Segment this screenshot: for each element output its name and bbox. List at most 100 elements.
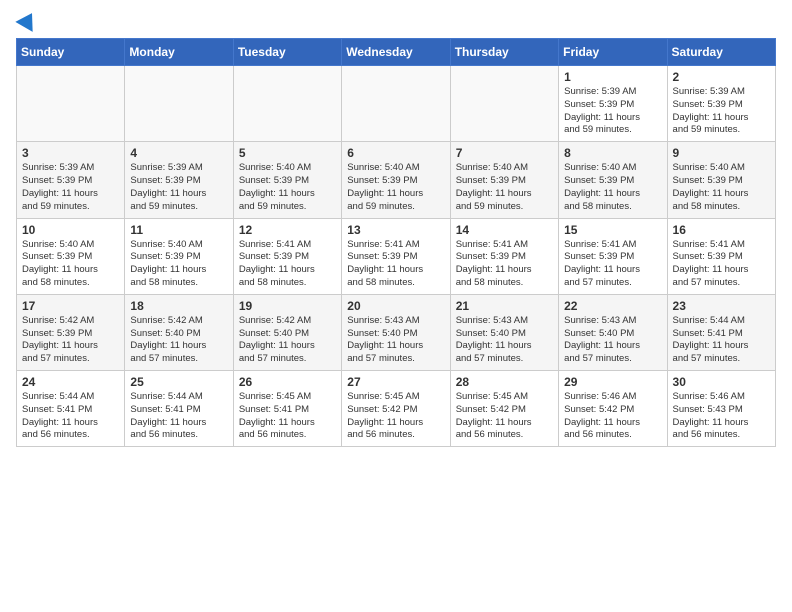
- calendar-week-row: 1 Sunrise: 5:39 AM Sunset: 5:39 PM Daylig…: [17, 66, 776, 142]
- day-number: 18: [130, 299, 227, 313]
- calendar-table: SundayMondayTuesdayWednesdayThursdayFrid…: [16, 38, 776, 447]
- calendar-cell: 22 Sunrise: 5:43 AM Sunset: 5:40 PM Dayli…: [559, 294, 667, 370]
- logo-icon: [15, 8, 40, 32]
- day-number: 13: [347, 223, 444, 237]
- calendar-cell: [125, 66, 233, 142]
- calendar-body: 1 Sunrise: 5:39 AM Sunset: 5:39 PM Daylig…: [17, 66, 776, 447]
- logo: [16, 16, 38, 26]
- day-info: Sunrise: 5:44 AM Sunset: 5:41 PM Dayligh…: [130, 391, 227, 442]
- weekday-header-monday: Monday: [125, 39, 233, 66]
- calendar-cell: 13 Sunrise: 5:41 AM Sunset: 5:39 PM Dayli…: [342, 218, 450, 294]
- day-number: 27: [347, 375, 444, 389]
- calendar-cell: 11Sunrise: 5:40 AM Sunset: 5:39 PM Dayli…: [125, 218, 233, 294]
- day-info: Sunrise: 5:40 AM Sunset: 5:39 PM Dayligh…: [673, 162, 770, 213]
- calendar-cell: [233, 66, 341, 142]
- calendar-cell: 21 Sunrise: 5:43 AM Sunset: 5:40 PM Dayli…: [450, 294, 558, 370]
- calendar-cell: 23 Sunrise: 5:44 AM Sunset: 5:41 PM Dayli…: [667, 294, 775, 370]
- day-number: 6: [347, 146, 444, 160]
- day-number: 28: [456, 375, 553, 389]
- day-number: 19: [239, 299, 336, 313]
- calendar-cell: 4 Sunrise: 5:39 AM Sunset: 5:39 PM Daylig…: [125, 142, 233, 218]
- day-number: 11: [130, 223, 227, 237]
- day-info: Sunrise: 5:42 AM Sunset: 5:39 PM Dayligh…: [22, 315, 119, 366]
- weekday-header-sunday: Sunday: [17, 39, 125, 66]
- day-info: Sunrise: 5:45 AM Sunset: 5:42 PM Dayligh…: [347, 391, 444, 442]
- day-info: Sunrise: 5:46 AM Sunset: 5:42 PM Dayligh…: [564, 391, 661, 442]
- day-number: 30: [673, 375, 770, 389]
- calendar-cell: 10 Sunrise: 5:40 AM Sunset: 5:39 PM Dayli…: [17, 218, 125, 294]
- calendar-cell: 6 Sunrise: 5:40 AM Sunset: 5:39 PM Daylig…: [342, 142, 450, 218]
- day-info: Sunrise: 5:43 AM Sunset: 5:40 PM Dayligh…: [564, 315, 661, 366]
- day-number: 15: [564, 223, 661, 237]
- calendar-cell: 15 Sunrise: 5:41 AM Sunset: 5:39 PM Dayli…: [559, 218, 667, 294]
- day-info: Sunrise: 5:41 AM Sunset: 5:39 PM Dayligh…: [564, 239, 661, 290]
- calendar-week-row: 10 Sunrise: 5:40 AM Sunset: 5:39 PM Dayli…: [17, 218, 776, 294]
- calendar-cell: 9 Sunrise: 5:40 AM Sunset: 5:39 PM Daylig…: [667, 142, 775, 218]
- calendar-cell: 14Sunrise: 5:41 AM Sunset: 5:39 PM Dayli…: [450, 218, 558, 294]
- weekday-header-wednesday: Wednesday: [342, 39, 450, 66]
- calendar-cell: 12 Sunrise: 5:41 AM Sunset: 5:39 PM Dayli…: [233, 218, 341, 294]
- day-info: Sunrise: 5:43 AM Sunset: 5:40 PM Dayligh…: [456, 315, 553, 366]
- calendar-cell: 1 Sunrise: 5:39 AM Sunset: 5:39 PM Daylig…: [559, 66, 667, 142]
- calendar-cell: 26Sunrise: 5:45 AM Sunset: 5:41 PM Dayli…: [233, 371, 341, 447]
- day-number: 14: [456, 223, 553, 237]
- day-info: Sunrise: 5:43 AM Sunset: 5:40 PM Dayligh…: [347, 315, 444, 366]
- day-info: Sunrise: 5:39 AM Sunset: 5:39 PM Dayligh…: [673, 86, 770, 137]
- calendar-cell: 5 Sunrise: 5:40 AM Sunset: 5:39 PM Daylig…: [233, 142, 341, 218]
- day-number: 9: [673, 146, 770, 160]
- day-number: 20: [347, 299, 444, 313]
- calendar-cell: 16Sunrise: 5:41 AM Sunset: 5:39 PM Dayli…: [667, 218, 775, 294]
- day-number: 4: [130, 146, 227, 160]
- weekday-header-thursday: Thursday: [450, 39, 558, 66]
- calendar-cell: 7 Sunrise: 5:40 AM Sunset: 5:39 PM Daylig…: [450, 142, 558, 218]
- day-number: 17: [22, 299, 119, 313]
- day-info: Sunrise: 5:40 AM Sunset: 5:39 PM Dayligh…: [347, 162, 444, 213]
- calendar-cell: 8Sunrise: 5:40 AM Sunset: 5:39 PM Daylig…: [559, 142, 667, 218]
- day-info: Sunrise: 5:40 AM Sunset: 5:39 PM Dayligh…: [456, 162, 553, 213]
- day-info: Sunrise: 5:44 AM Sunset: 5:41 PM Dayligh…: [22, 391, 119, 442]
- day-number: 12: [239, 223, 336, 237]
- day-number: 10: [22, 223, 119, 237]
- calendar-header-row: SundayMondayTuesdayWednesdayThursdayFrid…: [17, 39, 776, 66]
- day-info: Sunrise: 5:39 AM Sunset: 5:39 PM Dayligh…: [130, 162, 227, 213]
- day-number: 7: [456, 146, 553, 160]
- calendar-cell: 29 Sunrise: 5:46 AM Sunset: 5:42 PM Dayli…: [559, 371, 667, 447]
- day-info: Sunrise: 5:39 AM Sunset: 5:39 PM Dayligh…: [564, 86, 661, 137]
- day-number: 5: [239, 146, 336, 160]
- calendar-cell: 3 Sunrise: 5:39 AM Sunset: 5:39 PM Daylig…: [17, 142, 125, 218]
- day-info: Sunrise: 5:44 AM Sunset: 5:41 PM Dayligh…: [673, 315, 770, 366]
- day-number: 21: [456, 299, 553, 313]
- day-number: 16: [673, 223, 770, 237]
- calendar-week-row: 24 Sunrise: 5:44 AM Sunset: 5:41 PM Dayli…: [17, 371, 776, 447]
- weekday-header-tuesday: Tuesday: [233, 39, 341, 66]
- day-info: Sunrise: 5:45 AM Sunset: 5:41 PM Dayligh…: [239, 391, 336, 442]
- day-info: Sunrise: 5:41 AM Sunset: 5:39 PM Dayligh…: [239, 239, 336, 290]
- day-number: 1: [564, 70, 661, 84]
- day-info: Sunrise: 5:41 AM Sunset: 5:39 PM Dayligh…: [347, 239, 444, 290]
- calendar-cell: 18 Sunrise: 5:42 AM Sunset: 5:40 PM Dayli…: [125, 294, 233, 370]
- calendar-week-row: 17 Sunrise: 5:42 AM Sunset: 5:39 PM Dayli…: [17, 294, 776, 370]
- calendar-cell: 25 Sunrise: 5:44 AM Sunset: 5:41 PM Dayli…: [125, 371, 233, 447]
- day-info: Sunrise: 5:45 AM Sunset: 5:42 PM Dayligh…: [456, 391, 553, 442]
- day-info: Sunrise: 5:40 AM Sunset: 5:39 PM Dayligh…: [564, 162, 661, 213]
- day-info: Sunrise: 5:42 AM Sunset: 5:40 PM Dayligh…: [239, 315, 336, 366]
- day-info: Sunrise: 5:39 AM Sunset: 5:39 PM Dayligh…: [22, 162, 119, 213]
- day-info: Sunrise: 5:42 AM Sunset: 5:40 PM Dayligh…: [130, 315, 227, 366]
- day-number: 24: [22, 375, 119, 389]
- calendar-cell: 19 Sunrise: 5:42 AM Sunset: 5:40 PM Dayli…: [233, 294, 341, 370]
- calendar-cell: 28 Sunrise: 5:45 AM Sunset: 5:42 PM Dayli…: [450, 371, 558, 447]
- day-number: 22: [564, 299, 661, 313]
- day-info: Sunrise: 5:46 AM Sunset: 5:43 PM Dayligh…: [673, 391, 770, 442]
- calendar-cell: 17 Sunrise: 5:42 AM Sunset: 5:39 PM Dayli…: [17, 294, 125, 370]
- day-number: 23: [673, 299, 770, 313]
- day-number: 2: [673, 70, 770, 84]
- calendar-cell: 2 Sunrise: 5:39 AM Sunset: 5:39 PM Daylig…: [667, 66, 775, 142]
- day-number: 25: [130, 375, 227, 389]
- day-number: 3: [22, 146, 119, 160]
- weekday-header-saturday: Saturday: [667, 39, 775, 66]
- day-number: 29: [564, 375, 661, 389]
- calendar-cell: [17, 66, 125, 142]
- day-info: Sunrise: 5:40 AM Sunset: 5:39 PM Dayligh…: [239, 162, 336, 213]
- day-info: Sunrise: 5:40 AM Sunset: 5:39 PM Dayligh…: [22, 239, 119, 290]
- calendar-cell: [342, 66, 450, 142]
